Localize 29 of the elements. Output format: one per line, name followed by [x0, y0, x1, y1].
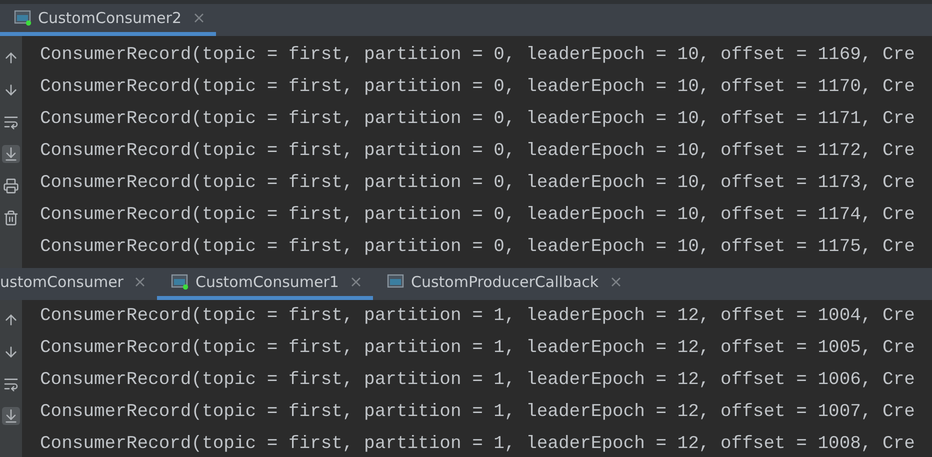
tab-label: CustomConsumer1 [195, 272, 339, 293]
console-icon [386, 274, 405, 290]
console-tab[interactable]: ustomConsumer [0, 268, 158, 300]
trash-icon[interactable] [2, 209, 20, 227]
log-line: ConsumerRecord(topic = first, partition = 0, leaderEpoch = 10, offset = 1172, Cre [40, 140, 916, 163]
log-line: ConsumerRecord(topic = first, partition = 0, leaderEpoch = 10, offset = 1170, Cre [40, 76, 916, 99]
close-icon[interactable] [135, 277, 146, 287]
log-line: ConsumerRecord(topic = first, partition = 0, leaderEpoch = 10, offset = 1173, Cre [40, 172, 916, 195]
log-line: ConsumerRecord(topic = first, partition = 1, leaderEpoch = 12, offset = 1005, Cre [40, 337, 916, 360]
printer-icon[interactable] [2, 177, 20, 195]
close-icon[interactable] [194, 13, 204, 23]
log-line: ConsumerRecord(topic = first, partition = 1, leaderEpoch = 12, offset = 1007, Cre [40, 401, 916, 424]
tab-label: ustomConsumer [0, 272, 124, 293]
log-line: ConsumerRecord(topic = first, partition = 0, leaderEpoch = 10, offset = 1174, Cre [40, 204, 916, 227]
close-icon[interactable] [610, 277, 621, 287]
log-line: ConsumerRecord(topic = first, partition = 1, leaderEpoch = 12, offset = 1004, Cre [40, 305, 916, 328]
log-line: ConsumerRecord(topic = first, partition = 0, leaderEpoch = 10, offset = 1175, Cre [40, 236, 916, 259]
scroll-to-end-icon[interactable] [2, 145, 20, 163]
log-line: ConsumerRecord(topic = first, partition = 1, leaderEpoch = 12, offset = 1006, Cre [40, 369, 916, 392]
running-console-icon [14, 10, 32, 26]
tab-label: CustomProducerCallback [410, 272, 599, 293]
log-line: ConsumerRecord(topic = first, partition = 1, leaderEpoch = 12, offset = 1008, Cre [40, 433, 916, 456]
scroll-to-end-icon[interactable] [2, 407, 20, 425]
log-line: ConsumerRecord(topic = first, partition = 0, leaderEpoch = 10, offset = 1169, Cre [40, 44, 916, 67]
running-console-icon [171, 274, 190, 290]
console-tab[interactable]: CustomProducerCallback [372, 268, 633, 300]
close-icon[interactable] [350, 277, 361, 287]
log-line: ConsumerRecord(topic = first, partition = 0, leaderEpoch = 10, offset = 1171, Cre [40, 108, 916, 131]
tab-label: CustomConsumer2 [38, 8, 182, 29]
